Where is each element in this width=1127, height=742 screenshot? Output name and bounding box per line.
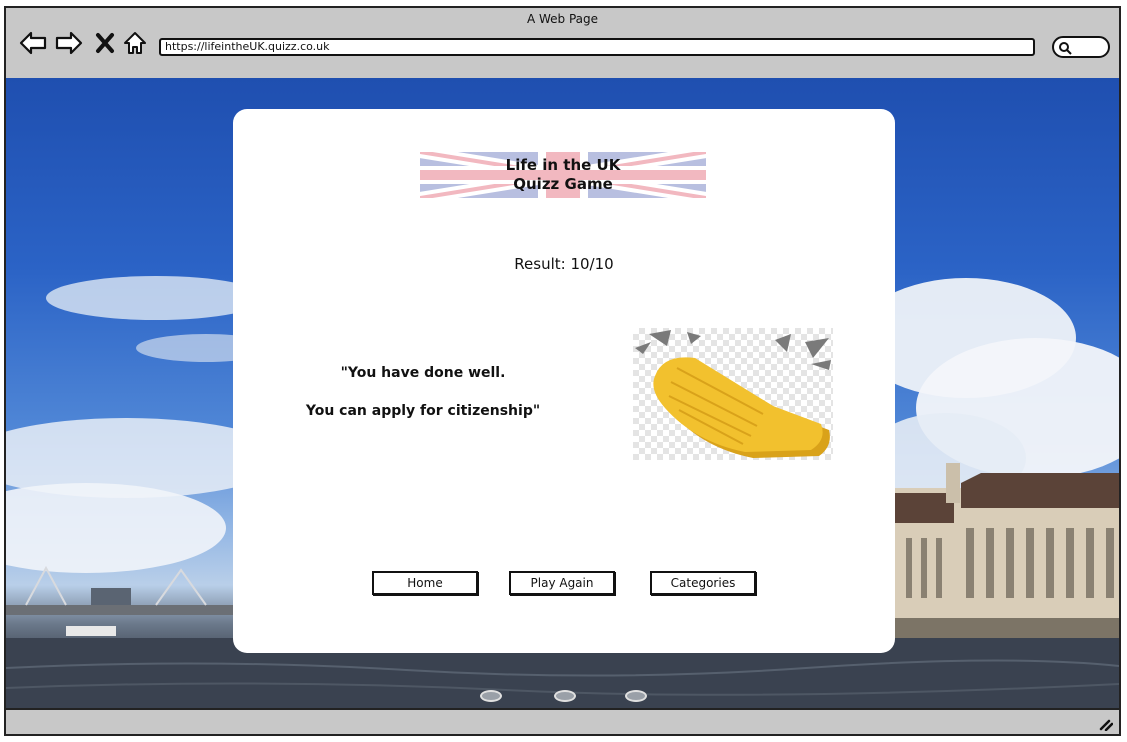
message-line-2: You can apply for citizenship" [305, 403, 541, 419]
url-bar[interactable]: https://lifeintheUK.quizz.co.uk [159, 38, 1035, 56]
browser-window: A Web Page https://lifeintheUK.quizz.co.… [4, 6, 1121, 736]
message-line-1: "You have done well. [340, 365, 506, 381]
browser-titlebar: A Web Page https://lifeintheUK.quizz.co.… [6, 8, 1119, 80]
carousel-dot-2[interactable] [554, 690, 576, 702]
window-title: A Web Page [526, 12, 599, 26]
close-icon[interactable] [90, 28, 120, 58]
carousel-dot-3[interactable] [625, 690, 647, 702]
forward-arrow-icon[interactable] [54, 28, 84, 58]
result-score: Result: 10/10 [514, 255, 614, 273]
carousel-dot-1[interactable] [480, 690, 502, 702]
logo-line-1: Life in the UK [505, 156, 621, 174]
play-again-button[interactable]: Play Again [509, 571, 615, 595]
quiz-logo: Life in the UK Quizz Game [420, 152, 706, 198]
home-icon[interactable] [120, 28, 150, 58]
resize-grip-icon[interactable] [1099, 717, 1113, 731]
clapping-hands-image [633, 328, 833, 460]
logo-title: Life in the UK Quizz Game [420, 156, 706, 194]
clapping-hands-icon [635, 330, 831, 458]
search-icon [1059, 42, 1072, 55]
page-viewport: Life in the UK Quizz Game Result: 10/10 … [6, 78, 1119, 712]
categories-button[interactable]: Categories [650, 571, 756, 595]
back-arrow-icon[interactable] [18, 28, 48, 58]
logo-line-2: Quizz Game [513, 175, 613, 193]
search-field[interactable] [1052, 36, 1110, 58]
home-button[interactable]: Home [372, 571, 478, 595]
result-card: Life in the UK Quizz Game Result: 10/10 … [233, 109, 895, 653]
browser-statusbar [6, 708, 1119, 734]
